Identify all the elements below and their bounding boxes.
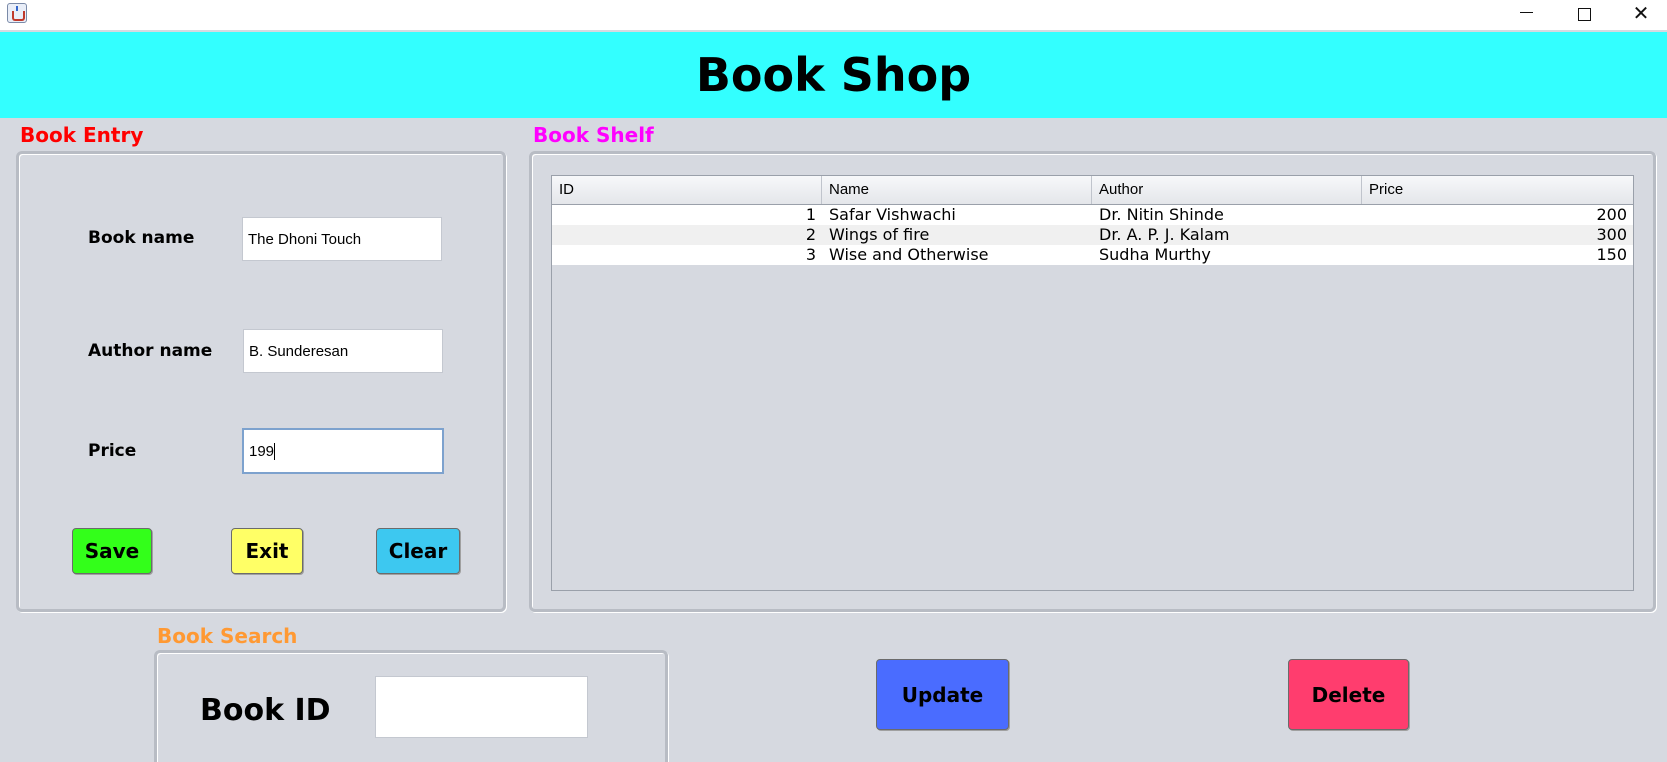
author-name-label: Author name <box>88 341 213 361</box>
close-icon: ✕ <box>1632 1 1650 25</box>
cell-author: Dr. Nitin Shinde <box>1099 205 1224 224</box>
window-title-bar <box>0 0 1667 30</box>
price-field[interactable]: 199 <box>242 428 444 474</box>
book-shelf-label: Book Shelf <box>533 123 654 147</box>
cell-id: 1 <box>805 205 816 224</box>
clear-button[interactable]: Clear <box>376 528 460 574</box>
cell-id: 2 <box>805 225 816 244</box>
table-body: 1 Safar Vishwachi Dr. Nitin Shinde 200 2… <box>552 205 1633 265</box>
column-header-author[interactable]: Author <box>1092 176 1362 204</box>
exit-button[interactable]: Exit <box>231 528 303 574</box>
cell-name: Wings of fire <box>829 225 930 244</box>
text-caret <box>274 442 276 460</box>
column-header-name[interactable]: Name <box>822 176 1092 204</box>
close-button[interactable]: ✕ <box>1612 0 1667 30</box>
maximize-icon <box>1578 8 1591 21</box>
cell-price: 300 <box>1596 225 1627 244</box>
book-id-label: Book ID <box>200 693 331 728</box>
cell-name: Safar Vishwachi <box>829 205 956 224</box>
cell-price: 150 <box>1596 245 1627 264</box>
table-header: ID Name Author Price <box>552 176 1633 205</box>
book-name-value: The Dhoni Touch <box>248 230 362 248</box>
price-value: 199 <box>249 442 275 460</box>
minimize-button[interactable] <box>1498 0 1556 30</box>
table-row[interactable]: 2 Wings of fire Dr. A. P. J. Kalam 300 <box>552 225 1633 245</box>
save-button[interactable]: Save <box>72 528 152 574</box>
java-app-icon[interactable] <box>7 3 27 23</box>
author-name-value: B. Sunderesan <box>249 342 349 360</box>
cell-id: 3 <box>805 245 816 264</box>
price-label: Price <box>88 441 137 461</box>
maximize-button[interactable] <box>1555 0 1613 30</box>
books-table[interactable]: ID Name Author Price 1 Safar Vishwachi D… <box>551 175 1634 591</box>
cell-author: Dr. A. P. J. Kalam <box>1099 225 1230 244</box>
book-search-label: Book Search <box>157 624 298 648</box>
minimize-icon <box>1520 12 1533 13</box>
book-entry-label: Book Entry <box>20 123 144 147</box>
cell-price: 200 <box>1596 205 1627 224</box>
book-name-field[interactable]: The Dhoni Touch <box>242 217 442 261</box>
cell-name: Wise and Otherwise <box>829 245 989 264</box>
book-name-label: Book name <box>88 228 195 248</box>
update-button[interactable]: Update <box>876 659 1009 730</box>
column-header-id[interactable]: ID <box>552 176 822 204</box>
delete-button[interactable]: Delete <box>1288 659 1409 730</box>
table-row[interactable]: 3 Wise and Otherwise Sudha Murthy 150 <box>552 245 1633 265</box>
table-row[interactable]: 1 Safar Vishwachi Dr. Nitin Shinde 200 <box>552 205 1633 225</box>
book-id-field[interactable] <box>375 676 588 738</box>
page-title: Book Shop <box>695 48 972 102</box>
author-name-field[interactable]: B. Sunderesan <box>243 329 443 373</box>
cell-author: Sudha Murthy <box>1099 245 1211 264</box>
column-header-price[interactable]: Price <box>1362 176 1633 204</box>
